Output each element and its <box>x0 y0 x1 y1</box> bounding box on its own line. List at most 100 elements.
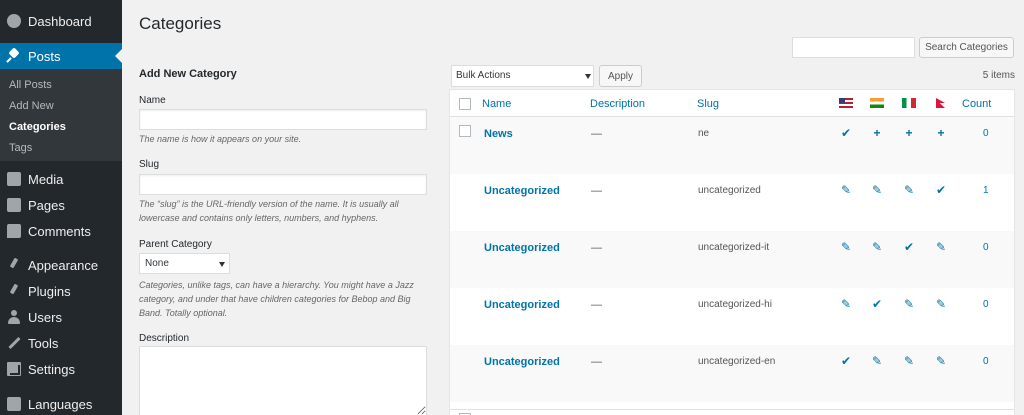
sidebar-item-plugins[interactable]: Plugins <box>0 278 122 304</box>
category-slug: uncategorized-it <box>698 242 770 253</box>
edit-pencil-icon[interactable]: ✎ <box>839 183 853 197</box>
category-name-link[interactable]: News <box>484 128 513 140</box>
sidebar-item-label: Appearance <box>28 257 99 273</box>
sidebar-item-label: Dashboard <box>28 13 92 29</box>
settings-icon <box>7 362 21 376</box>
sidebar-item-comments[interactable]: Comments <box>0 218 122 244</box>
add-translation-icon[interactable]: + <box>934 126 948 140</box>
column-header-name[interactable]: Name <box>482 98 511 110</box>
category-description: — <box>591 299 602 311</box>
apply-button[interactable]: Apply <box>599 65 642 87</box>
add-translation-icon[interactable]: + <box>902 126 916 140</box>
description-label: Description <box>139 333 190 344</box>
india-flag-icon <box>870 98 884 108</box>
column-header-count[interactable]: Count <box>962 98 991 110</box>
edit-pencil-icon[interactable]: ✎ <box>839 240 853 254</box>
description-textarea[interactable] <box>139 346 427 415</box>
nepal-flag-icon <box>936 98 945 108</box>
category-slug: uncategorized <box>698 185 761 196</box>
sidebar-item-languages[interactable]: Languages <box>0 391 122 415</box>
slug-field[interactable] <box>139 174 427 195</box>
name-field[interactable] <box>139 109 427 130</box>
edit-pencil-icon[interactable]: ✎ <box>839 297 853 311</box>
sidebar-item-label: Posts <box>28 48 61 64</box>
sidebar-item-label: Comments <box>28 223 91 239</box>
category-count[interactable]: 0 <box>983 356 989 367</box>
table-row: Uncategorized — uncategorized-en ✔ ✎ ✎ ✎… <box>450 345 1014 402</box>
submenu-tags[interactable]: Tags <box>9 142 32 154</box>
checkmark-icon[interactable]: ✔ <box>839 354 853 368</box>
category-name-link[interactable]: Uncategorized <box>484 299 560 311</box>
category-name-link[interactable]: Uncategorized <box>484 356 560 368</box>
plug-icon <box>7 284 21 298</box>
checkmark-icon[interactable]: ✔ <box>870 297 884 311</box>
sidebar-item-users[interactable]: Users <box>0 304 122 330</box>
parent-category-label: Parent Category <box>139 239 212 250</box>
category-name-link[interactable]: Uncategorized <box>484 185 560 197</box>
translation-icon <box>7 397 21 411</box>
edit-pencil-icon[interactable]: ✎ <box>902 183 916 197</box>
items-count: 5 items <box>982 70 1015 81</box>
table-row: Uncategorized — uncategorized ✎ ✎ ✎ ✔ 1 <box>450 174 1014 231</box>
pages-icon <box>7 198 21 212</box>
edit-pencil-icon[interactable]: ✎ <box>934 240 948 254</box>
category-name-link[interactable]: Uncategorized <box>484 242 560 254</box>
italy-flag-icon <box>902 98 916 108</box>
edit-pencil-icon[interactable]: ✎ <box>870 354 884 368</box>
sidebar-item-label: Pages <box>28 197 65 213</box>
sidebar-item-label: Languages <box>28 396 93 412</box>
sidebar-item-tools[interactable]: Tools <box>0 330 122 356</box>
edit-pencil-icon[interactable]: ✎ <box>934 354 948 368</box>
category-count[interactable]: 0 <box>983 242 989 253</box>
edit-pencil-icon[interactable]: ✎ <box>902 354 916 368</box>
parent-category-hint: Categories, unlike tags, can have a hier… <box>139 280 414 318</box>
sidebar-item-settings[interactable]: Settings <box>0 356 122 382</box>
submenu-all-posts[interactable]: All Posts <box>9 79 52 91</box>
bulk-actions-value: Bulk Actions <box>456 70 511 81</box>
table-row: Uncategorized — uncategorized-it ✎ ✎ ✔ ✎… <box>450 231 1014 288</box>
us-flag-icon <box>839 98 853 108</box>
category-count[interactable]: 1 <box>983 185 989 196</box>
select-all-checkbox[interactable] <box>459 98 471 110</box>
checkmark-icon[interactable]: ✔ <box>902 240 916 254</box>
search-input[interactable] <box>792 37 915 58</box>
dashboard-icon <box>7 14 21 28</box>
sidebar-item-pages[interactable]: Pages <box>0 192 122 218</box>
slug-label: Slug <box>139 159 160 170</box>
posts-submenu: All Posts Add New Categories Tags <box>0 69 122 161</box>
paintbrush-icon <box>7 258 21 272</box>
edit-pencil-icon[interactable]: ✎ <box>870 240 884 254</box>
search-categories-button[interactable]: Search Categories <box>919 37 1014 58</box>
wrench-icon <box>7 336 21 350</box>
sidebar-item-posts[interactable]: Posts <box>0 43 122 69</box>
category-description: — <box>591 185 602 197</box>
sidebar-item-label: Users <box>28 309 62 325</box>
slug-hint: The “slug” is the URL-friendly version o… <box>139 199 399 223</box>
category-slug: uncategorized-hi <box>698 299 772 310</box>
edit-pencil-icon[interactable]: ✎ <box>870 183 884 197</box>
category-count[interactable]: 0 <box>983 128 989 139</box>
page-title: Categories <box>139 14 222 33</box>
checkmark-icon[interactable]: ✔ <box>839 126 853 140</box>
column-header-description[interactable]: Description <box>590 98 645 110</box>
checkmark-icon[interactable]: ✔ <box>934 183 948 197</box>
add-translation-icon[interactable]: + <box>870 126 884 140</box>
sidebar-item-appearance[interactable]: Appearance <box>0 252 122 278</box>
name-label: Name <box>139 95 166 106</box>
category-description: — <box>591 128 602 140</box>
category-count[interactable]: 0 <box>983 299 989 310</box>
row-checkbox[interactable] <box>459 125 471 137</box>
parent-category-select[interactable]: None <box>139 253 230 274</box>
submenu-categories[interactable]: Categories <box>9 121 66 133</box>
submenu-add-new[interactable]: Add New <box>9 100 54 112</box>
sidebar-item-label: Settings <box>28 361 75 377</box>
bulk-actions-select[interactable]: Bulk Actions <box>451 65 594 87</box>
edit-pencil-icon[interactable]: ✎ <box>934 297 948 311</box>
category-description: — <box>591 356 602 368</box>
category-slug: ne <box>698 128 710 139</box>
sidebar-item-media[interactable]: Media <box>0 166 122 192</box>
sidebar-item-dashboard[interactable]: Dashboard <box>0 8 122 34</box>
add-new-category-heading: Add New Category <box>139 68 237 80</box>
column-header-slug[interactable]: Slug <box>697 98 719 110</box>
edit-pencil-icon[interactable]: ✎ <box>902 297 916 311</box>
